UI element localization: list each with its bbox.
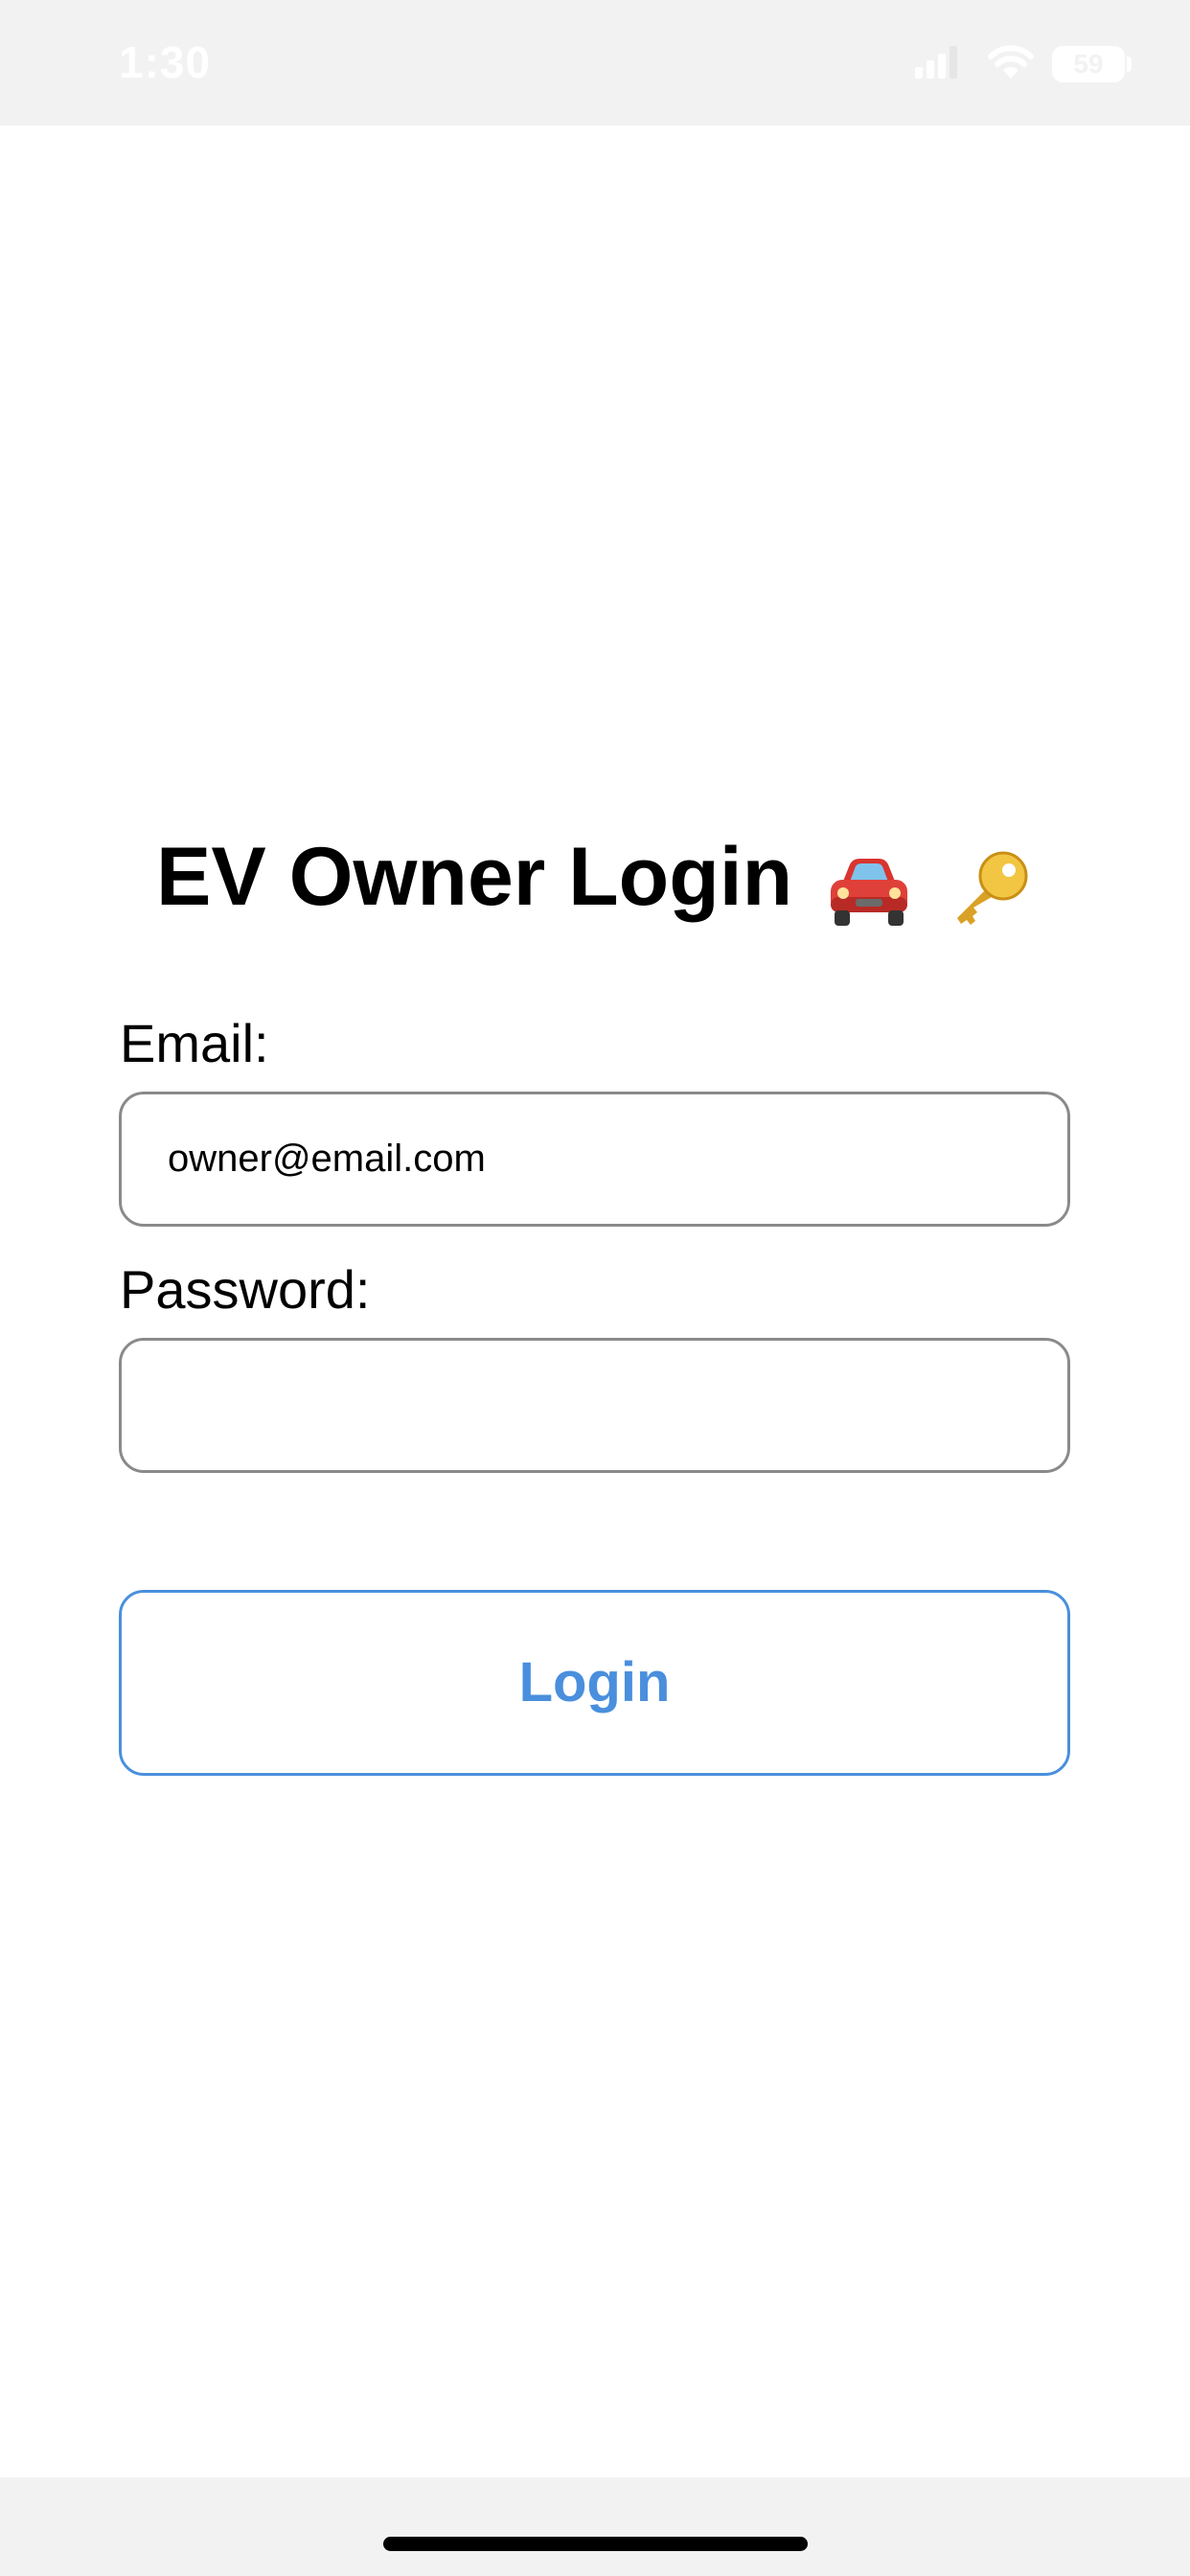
key-icon	[946, 830, 1034, 935]
page-title-text: EV Owner Login	[156, 831, 793, 923]
battery-icon: 59	[1052, 46, 1125, 82]
battery-cap	[1127, 57, 1132, 72]
wifi-icon	[988, 45, 1034, 79]
email-field[interactable]: owner@email.com	[119, 1092, 1070, 1227]
email-label: Email:	[120, 1013, 269, 1073]
status-bar: 1:30 59	[0, 0, 1190, 126]
status-time: 1:30	[119, 37, 212, 87]
home-indicator[interactable]	[383, 2537, 808, 2551]
password-field[interactable]	[119, 1338, 1070, 1473]
signal-icon	[915, 46, 957, 79]
car-icon	[825, 830, 913, 935]
battery-level: 59	[1073, 49, 1104, 79]
password-label: Password:	[120, 1259, 371, 1320]
login-button[interactable]: Login	[119, 1590, 1070, 1776]
page-title: EV Owner Login	[0, 824, 1190, 935]
email-field-value: owner@email.com	[168, 1138, 486, 1180]
bottom-bar	[0, 2477, 1190, 2576]
